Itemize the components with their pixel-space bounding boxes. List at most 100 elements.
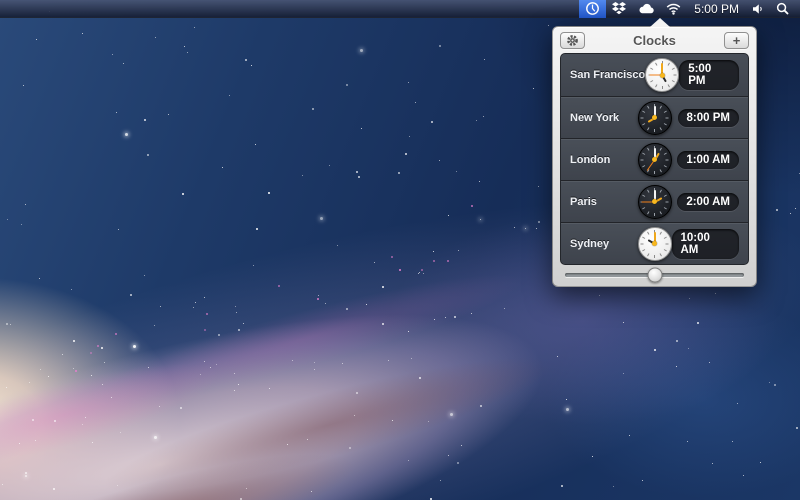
menu-bar: 5:00 PM xyxy=(0,0,800,18)
star xyxy=(433,260,435,262)
star xyxy=(144,119,146,121)
star xyxy=(35,440,36,441)
clock-tick xyxy=(671,80,674,82)
clock-tick xyxy=(660,211,662,214)
clock-tick xyxy=(654,171,655,174)
star xyxy=(440,480,441,481)
star xyxy=(533,88,534,89)
star xyxy=(120,432,121,433)
settings-button[interactable] xyxy=(560,32,585,49)
star xyxy=(346,308,348,310)
clock-tick xyxy=(660,189,662,192)
star xyxy=(349,447,351,449)
star xyxy=(307,439,308,440)
menubar-volume-item[interactable] xyxy=(746,0,770,18)
star xyxy=(688,348,689,349)
menubar-clocks-item[interactable] xyxy=(579,0,606,18)
star xyxy=(448,455,449,456)
star xyxy=(536,228,537,229)
star xyxy=(439,160,440,161)
star xyxy=(525,228,526,229)
clock-tick xyxy=(641,243,644,244)
star xyxy=(292,360,293,361)
clock-size-slider[interactable] xyxy=(565,273,744,277)
star xyxy=(10,324,11,325)
star xyxy=(676,340,678,342)
menubar-dropbox-item[interactable] xyxy=(606,0,632,18)
clock-list-item[interactable]: Sydney 10:00 AM xyxy=(561,222,748,264)
star xyxy=(130,294,132,296)
menubar-cloud-item[interactable] xyxy=(632,0,660,18)
star xyxy=(82,33,83,34)
menubar-wifi-item[interactable] xyxy=(660,0,687,18)
clock-list-item[interactable]: London 1:00 AM xyxy=(561,138,748,180)
star xyxy=(71,289,72,290)
slider-thumb[interactable] xyxy=(647,268,662,283)
clock-tick xyxy=(660,105,662,108)
star xyxy=(101,347,103,349)
star xyxy=(91,375,92,376)
star xyxy=(448,215,449,216)
star xyxy=(431,121,433,123)
clock-tick xyxy=(647,105,649,108)
clock-tick xyxy=(654,129,655,132)
star xyxy=(538,186,539,187)
clock-tick xyxy=(642,110,645,112)
popover-title: Clocks xyxy=(585,33,724,48)
star xyxy=(25,475,27,477)
menubar-clock-text[interactable]: 5:00 PM xyxy=(687,2,746,16)
time-badge: 5:00 PM xyxy=(679,60,739,90)
star xyxy=(557,356,558,357)
add-clock-button[interactable]: + xyxy=(724,32,749,49)
star xyxy=(419,377,421,379)
clock-tick xyxy=(662,86,663,89)
clock-tick xyxy=(664,165,667,167)
clock-tick xyxy=(650,68,653,70)
clock-tick xyxy=(664,207,667,209)
star xyxy=(366,304,367,305)
star xyxy=(238,384,239,385)
star xyxy=(112,54,113,55)
city-label: New York xyxy=(561,112,638,124)
clock-tick xyxy=(673,75,676,76)
clock-list-item[interactable]: San Francisco 5:00 PM xyxy=(561,54,748,96)
clock-tick xyxy=(666,159,669,160)
star xyxy=(116,112,117,113)
star xyxy=(561,485,563,487)
star xyxy=(456,171,457,172)
desktop-screen: 5:00 PM Clocks + xyxy=(0,0,800,500)
star xyxy=(399,269,401,271)
star xyxy=(168,114,169,115)
analog-clock xyxy=(645,58,679,92)
city-label: Sydney xyxy=(561,238,638,250)
star xyxy=(613,486,614,487)
star xyxy=(405,153,407,155)
star xyxy=(75,370,77,372)
wifi-icon xyxy=(666,2,681,15)
star xyxy=(504,308,505,309)
clock-list-item[interactable]: New York 8:00 PM xyxy=(561,96,748,138)
menubar-spotlight-item[interactable] xyxy=(770,0,795,18)
time-badge: 10:00 AM xyxy=(672,229,740,259)
star xyxy=(743,475,744,476)
star xyxy=(566,399,567,400)
star xyxy=(54,420,56,422)
star xyxy=(314,369,315,370)
star xyxy=(697,322,699,324)
clock-list: San Francisco 5:00 PM New York 8:00 PM L… xyxy=(560,53,749,265)
clock-tick xyxy=(641,159,644,160)
time-badge: 2:00 AM xyxy=(677,193,739,211)
clock-list-item[interactable]: Paris 2:00 AM xyxy=(561,180,748,222)
star xyxy=(325,303,326,304)
star xyxy=(204,361,205,362)
star xyxy=(148,367,149,368)
star xyxy=(483,116,484,117)
star xyxy=(317,298,319,300)
star xyxy=(194,27,195,28)
star xyxy=(73,368,74,369)
clock-center-dot xyxy=(660,73,665,78)
clock-tick xyxy=(650,80,653,82)
star xyxy=(423,273,424,274)
star xyxy=(204,329,206,331)
star xyxy=(85,417,86,418)
